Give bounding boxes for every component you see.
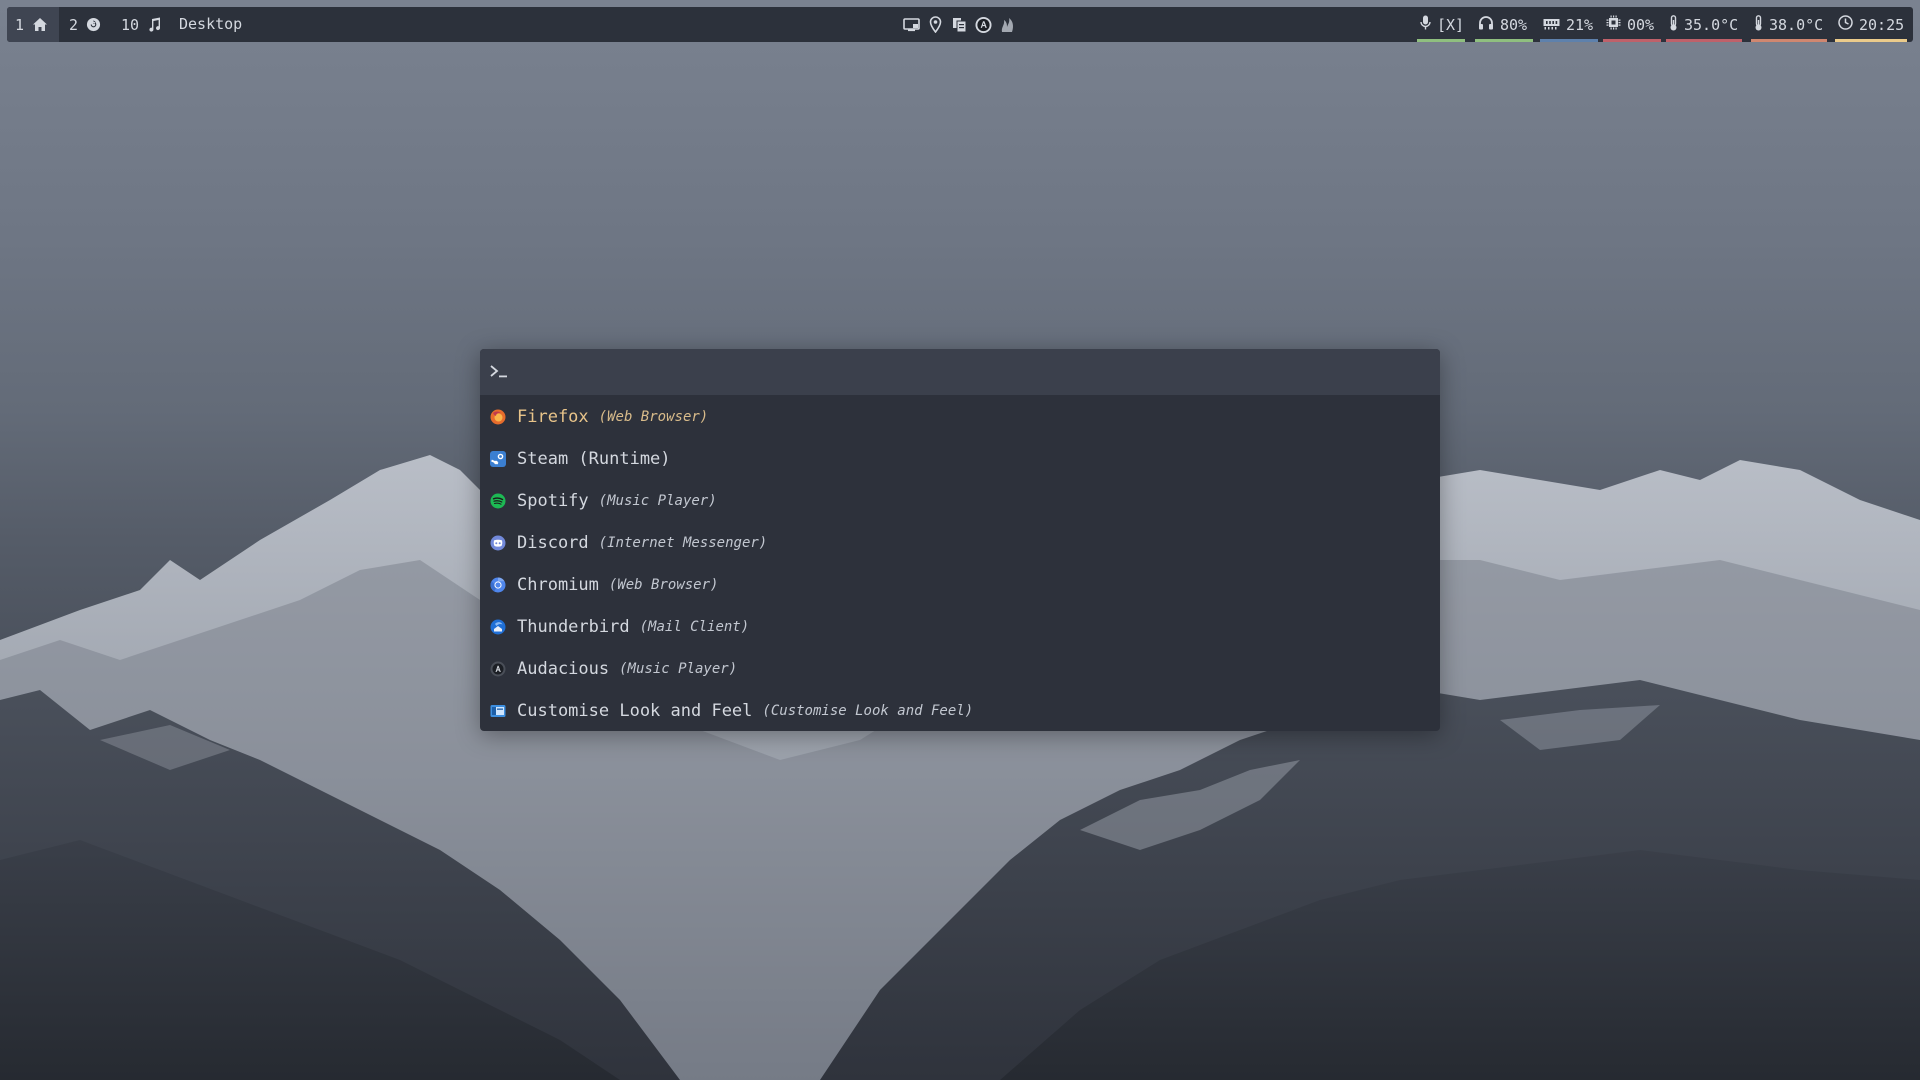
launcher-item-firefox[interactable]: Firefox (Web Browser) [480,396,1440,438]
steam-icon [490,451,506,467]
flame-icon[interactable] [999,16,1016,33]
discord-icon [490,535,506,551]
thermometer-icon [1754,14,1763,35]
launcher-item-audacious[interactable]: Audacious (Music Player) [480,648,1440,690]
launcher-item-description: (Web Browser) [598,409,709,425]
temperature-2-value: 38.0°C [1769,15,1824,34]
memory-status[interactable]: 21% [1540,7,1598,42]
launcher-item-description: (Music Player) [598,493,717,509]
app-launcher: Firefox (Web Browser) Steam (Runtime) Sp… [480,349,1440,731]
memory-underline [1540,39,1598,42]
terminal-prompt-icon [490,363,508,382]
workspace-number: 10 [121,15,140,34]
launcher-item-steam[interactable]: Steam (Runtime) [480,438,1440,480]
cpu-status[interactable]: 00% [1603,7,1661,42]
launcher-item-thunderbird[interactable]: Thunderbird (Mail Client) [480,606,1440,648]
workspace-number: 2 [69,15,79,34]
monitor-icon[interactable] [903,16,920,33]
clock-status[interactable]: 20:25 [1835,7,1907,42]
workspace-10[interactable]: 10 [113,7,169,42]
system-tray [903,7,1016,42]
temperature-1-underline [1666,39,1742,42]
launcher-item-name: Thunderbird [517,617,630,637]
files-icon[interactable] [951,16,968,33]
launcher-item-customise-look-and-feel[interactable]: Customise Look and Feel (Customise Look … [480,690,1440,731]
launcher-results: Firefox (Web Browser) Steam (Runtime) Sp… [480,395,1440,731]
temperature-1-value: 35.0°C [1684,15,1739,34]
workspace-1[interactable]: 1 [7,7,59,42]
memory-icon [1543,16,1560,34]
clock-underline [1835,39,1907,42]
chromium-icon [490,577,506,593]
temperature-1-status[interactable]: 35.0°C [1666,7,1742,42]
launcher-item-discord[interactable]: Discord (Internet Messenger) [480,522,1440,564]
microphone-icon [1420,15,1431,34]
launcher-item-description: (Music Player) [619,661,738,677]
launcher-item-spotify[interactable]: Spotify (Music Player) [480,480,1440,522]
launcher-prompt [480,349,1440,395]
clock-icon [1838,15,1853,34]
launcher-item-name: Customise Look and Feel [517,701,753,721]
launcher-item-name: Chromium [517,575,599,595]
volume-status[interactable]: 80% [1475,7,1533,42]
thunderbird-icon [490,619,506,635]
volume-underline [1475,39,1533,42]
headphones-icon [1478,15,1494,34]
launcher-item-name: Spotify [517,491,589,511]
window-title: Desktop [179,15,243,33]
cpu-value: 00% [1627,15,1655,34]
thermometer-icon [1669,14,1678,35]
workspace-number: 1 [15,15,25,34]
launcher-search-input[interactable] [516,361,1420,383]
top-bar: 1 2 10 Desktop [X] 80% 21% 00% 35.0°C 38… [7,7,1913,42]
refresh-icon [86,17,101,32]
desktop: 1 2 10 Desktop [X] 80% 21% 00% 35.0°C 38… [0,0,1920,1080]
launcher-item-description: (Customise Look and Feel) [762,703,974,719]
launcher-item-name: Discord [517,533,589,553]
firefox-icon [490,409,506,425]
clock-value: 20:25 [1859,15,1905,34]
launcher-item-description: (Mail Client) [639,619,750,635]
microphone-status[interactable]: [X] [1417,7,1465,42]
launcher-item-chromium[interactable]: Chromium (Web Browser) [480,564,1440,606]
cpu-underline [1603,39,1661,42]
launcher-item-name: Firefox [517,407,589,427]
microphone-value: [X] [1437,15,1465,34]
cpu-icon [1606,15,1621,34]
audacious-icon [490,661,506,677]
temperature-2-underline [1751,39,1827,42]
microphone-underline [1417,39,1465,42]
launcher-item-name: Audacious [517,659,610,679]
spotify-icon [490,493,506,509]
workspace-2[interactable]: 2 [61,7,109,42]
volume-value: 80% [1500,15,1528,34]
appearance-settings-icon [490,703,506,719]
temperature-2-status[interactable]: 38.0°C [1751,7,1827,42]
memory-value: 21% [1566,15,1594,34]
launcher-item-name: Steam (Runtime) [517,449,671,469]
location-pin-icon[interactable] [927,16,944,33]
launcher-item-description: (Web Browser) [608,577,719,593]
home-icon [32,17,48,32]
audacious-icon[interactable] [975,16,992,33]
launcher-item-description: (Internet Messenger) [598,535,768,551]
music-note-icon [147,17,161,32]
